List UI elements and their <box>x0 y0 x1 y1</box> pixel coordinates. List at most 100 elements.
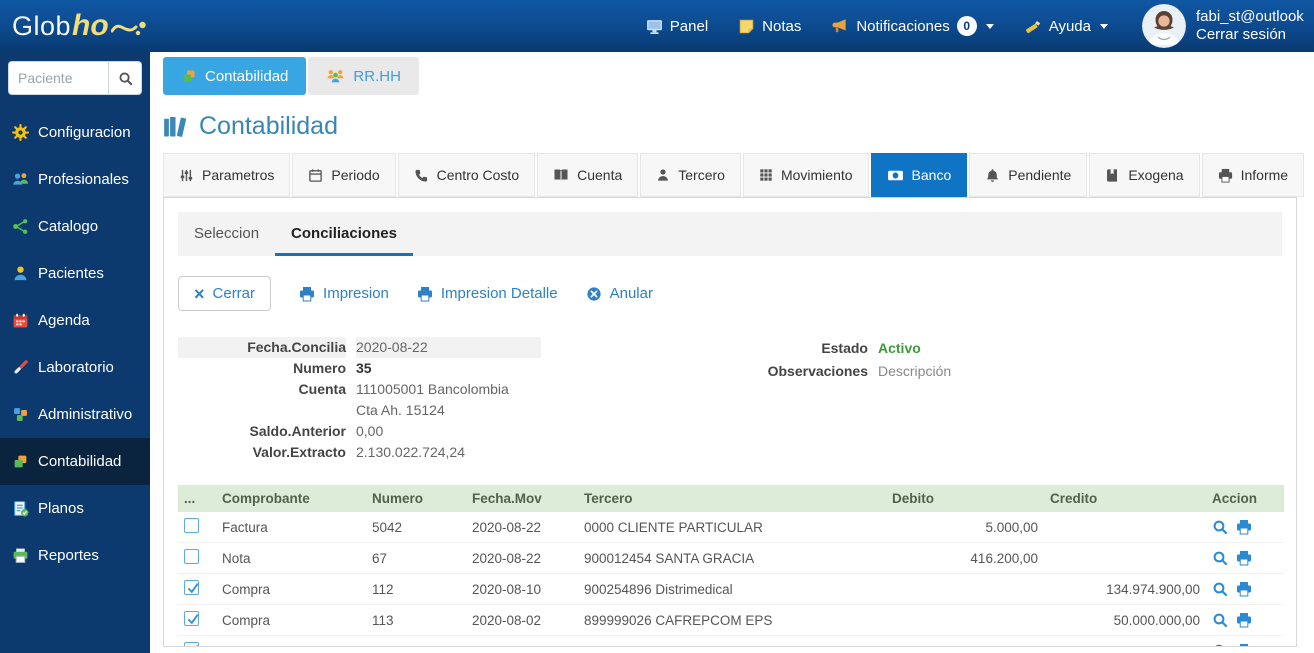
tab-label: Periodo <box>331 167 380 183</box>
tab-parametros[interactable]: Parametros <box>163 153 291 197</box>
printer-icon[interactable] <box>1236 550 1252 566</box>
monitor-icon <box>646 18 663 35</box>
nav-item-notas[interactable]: Notas <box>738 18 801 35</box>
sliders-icon <box>179 168 194 183</box>
close-icon: × <box>194 283 205 304</box>
tab-periodo[interactable]: Periodo <box>292 153 396 197</box>
tab-centro-costo[interactable]: Centro Costo <box>397 153 536 197</box>
row-checkbox[interactable] <box>184 518 199 533</box>
tab-label: Tercero <box>678 167 725 183</box>
sidebar-item-label: Administrativo <box>38 406 133 423</box>
search-button[interactable] <box>108 61 142 95</box>
cell-tercero: 899999026 CAFREPCOM EPS <box>578 604 886 636</box>
sidebar-item-configuracion[interactable]: Configuracion <box>0 109 150 156</box>
sidebar-item-label: Configuracion <box>38 124 131 141</box>
sidebar-item-catalogo[interactable]: Catalogo <box>0 203 150 250</box>
printer-icon[interactable] <box>1236 519 1252 535</box>
col-debito: Debito <box>886 485 1044 512</box>
calendar-icon <box>12 312 29 329</box>
printer-icon[interactable] <box>1236 612 1252 628</box>
subtab-seleccion[interactable]: Seleccion <box>178 212 275 256</box>
chevron-down-icon <box>1100 23 1108 29</box>
share-nodes-icon <box>12 218 29 235</box>
cell-debito <box>886 604 1044 636</box>
detail-label: Fecha.Concilia <box>178 337 346 358</box>
impresion-button[interactable]: Impresion <box>299 285 389 302</box>
cell-numero: 5042 <box>366 512 466 543</box>
cerrar-label: Cerrar <box>212 285 256 302</box>
main-content: Contabilidad RR.HH Contabilidad Parametr… <box>150 52 1314 653</box>
tab-pendiente[interactable]: Pendiente <box>969 153 1088 197</box>
col-comprobante: Comprobante <box>216 485 366 512</box>
sidebar-item-laboratorio[interactable]: Laboratorio <box>0 344 150 391</box>
impresion-label: Impresion <box>323 285 389 302</box>
nav-item-ayuda-label: Ayuda <box>1048 17 1091 35</box>
magnifier-icon[interactable] <box>1212 519 1228 535</box>
tab-informe[interactable]: Informe <box>1201 153 1305 197</box>
search-input[interactable] <box>8 61 108 95</box>
bell-icon <box>985 168 1000 183</box>
avatar[interactable] <box>1142 4 1186 48</box>
row-checkbox[interactable] <box>184 642 199 646</box>
tab-label: Exogena <box>1128 167 1184 183</box>
overlap-squares-icon <box>181 68 197 84</box>
row-checkbox[interactable] <box>184 611 199 626</box>
table-row: Nota 67 2020-08-22 900012454 SANTA GRACI… <box>178 542 1284 574</box>
tab-tercero[interactable]: Tercero <box>640 153 741 197</box>
detail-row-cuenta: Cuenta 111005001 Bancolombia Cta Ah. 151… <box>178 379 708 421</box>
impresion-detalle-button[interactable]: Impresion Detalle <box>417 285 558 302</box>
cerrar-button[interactable]: × Cerrar <box>178 276 272 311</box>
anular-button[interactable]: Anular <box>586 285 653 302</box>
magnifier-icon[interactable] <box>1212 612 1228 628</box>
nav-item-panel[interactable]: Panel <box>646 18 708 35</box>
printer-icon <box>299 286 315 302</box>
sidebar-item-planos[interactable]: Planos <box>0 485 150 532</box>
logo-swoosh-icon <box>110 21 146 36</box>
detail-label: Estado <box>821 340 868 356</box>
tab-label: Parametros <box>202 167 275 183</box>
magnifier-icon[interactable] <box>1212 581 1228 597</box>
detail-row-saldo-anterior: Saldo.Anterior 0,00 <box>178 421 708 442</box>
toolbar: × Cerrar Impresion Impresion Detalle Anu… <box>178 276 1282 311</box>
user-email: fabi_st@outlook <box>1196 8 1304 25</box>
sidebar-item-pacientes[interactable]: Pacientes <box>0 250 150 297</box>
gear-icon <box>12 124 29 141</box>
notifications-badge: 0 <box>956 16 977 36</box>
sidebar-item-agenda[interactable]: Agenda <box>0 297 150 344</box>
nav-item-notificaciones[interactable]: Notificaciones 0 <box>831 16 994 36</box>
overlap-squares-icon <box>12 453 29 470</box>
sidebar-item-profesionales[interactable]: Profesionales <box>0 156 150 203</box>
cell-tercero: 0000 CLIENTE PARTICULAR <box>578 512 886 543</box>
subtab-conciliaciones[interactable]: Conciliaciones <box>275 212 413 256</box>
row-checkbox[interactable] <box>184 549 199 564</box>
printer-icon[interactable] <box>1236 581 1252 597</box>
app-tab-rrhh[interactable]: RR.HH <box>308 57 419 95</box>
cell-comprobante: Factura <box>216 512 366 543</box>
logout-link[interactable]: Cerrar sesión <box>1196 26 1314 44</box>
magnifier-icon[interactable] <box>1212 643 1228 647</box>
printer-icon[interactable] <box>1236 643 1252 647</box>
detail-row-observaciones: Observaciones Descripción <box>730 360 952 383</box>
detail-value-line2: Cta Ah. 15124 <box>356 402 445 418</box>
grid-icon <box>759 168 773 182</box>
printer-icon <box>417 286 433 302</box>
sidebar-item-administrativo[interactable]: Administrativo <box>0 391 150 438</box>
app-logo[interactable]: Glob ho <box>12 9 147 43</box>
row-checkbox[interactable] <box>184 580 199 595</box>
tab-exogena[interactable]: Exogena <box>1089 153 1200 197</box>
page-title-text: Contabilidad <box>199 112 338 140</box>
sidebar-item-contabilidad[interactable]: Contabilidad <box>0 438 150 485</box>
magnifier-icon[interactable] <box>1212 550 1228 566</box>
tab-banco[interactable]: Banco <box>870 153 968 197</box>
tab-label: Pendiente <box>1008 167 1072 183</box>
calendar-outline-icon <box>308 168 323 183</box>
detail-label: Cuenta <box>298 381 346 397</box>
tab-cuenta[interactable]: Cuenta <box>537 153 639 197</box>
app-tab-contabilidad[interactable]: Contabilidad <box>163 57 307 95</box>
tab-movimiento[interactable]: Movimiento <box>742 153 869 197</box>
lab-swab-icon <box>12 359 29 376</box>
nav-item-ayuda[interactable]: Ayuda <box>1024 17 1108 35</box>
sidebar-item-reportes[interactable]: Reportes <box>0 532 150 579</box>
cell-numero: 112 <box>366 573 466 605</box>
cell-tercero: 900254896 Distrimedical <box>578 573 886 605</box>
